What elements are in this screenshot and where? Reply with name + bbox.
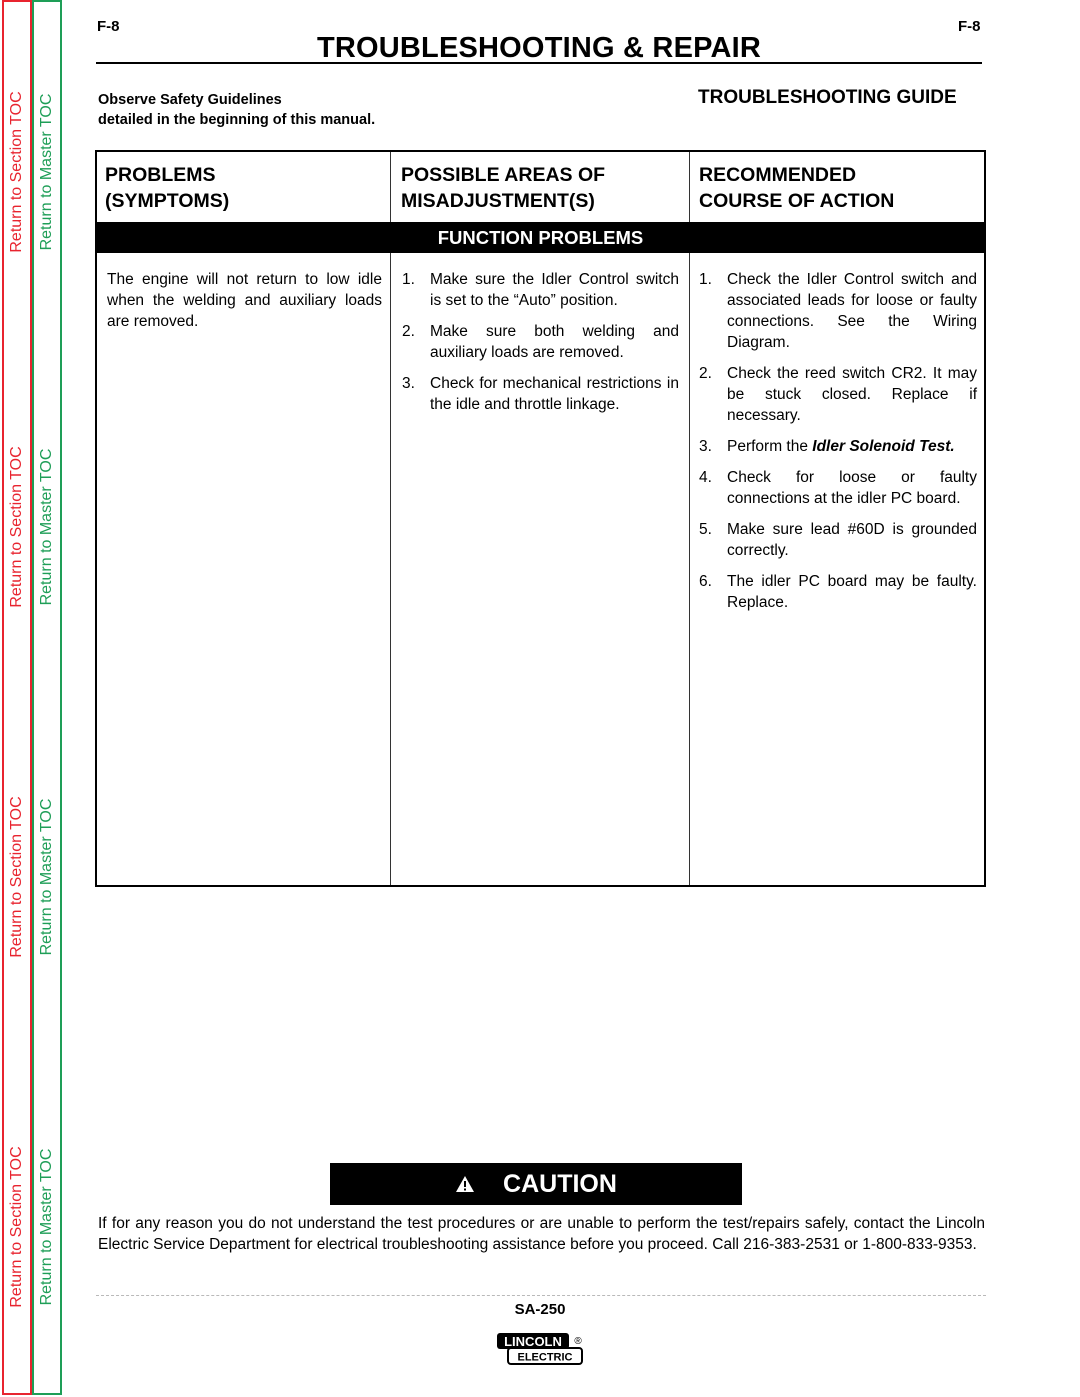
item-text: Make sure both welding and auxiliary loa…	[430, 323, 679, 361]
model-number: SA-250	[0, 1301, 1080, 1318]
header-line: POSSIBLE AREAS OF	[401, 164, 606, 186]
misadjustments-cell: 1. Make sure the Idler Control switch is …	[402, 269, 679, 425]
misadjustment-item: 2. Make sure both welding and auxiliary l…	[402, 321, 679, 363]
return-to-section-toc-link[interactable]: Return to Section TOC	[8, 91, 26, 252]
logo-bottom-text: ELECTRIC	[518, 1352, 573, 1364]
return-to-section-toc-link[interactable]: Return to Section TOC	[8, 1146, 26, 1307]
lincoln-electric-logo: LINCOLN ELECTRIC ®	[497, 1333, 583, 1365]
item-number: 3.	[402, 375, 415, 392]
return-to-master-toc-link[interactable]: Return to Master TOC	[38, 94, 56, 251]
column-divider	[390, 152, 391, 885]
section-title: TROUBLESHOOTING GUIDE	[698, 87, 957, 108]
safety-note-line1: Observe Safety Guidelines	[98, 92, 282, 108]
item-text: Make sure the Idler Control switch is se…	[430, 271, 679, 309]
idler-solenoid-test-reference[interactable]: Idler Solenoid Test.	[812, 438, 954, 455]
safety-note-line2: detailed in the beginning of this manual…	[98, 112, 376, 128]
header-line: COURSE OF ACTION	[699, 190, 895, 212]
return-to-section-toc-link[interactable]: Return to Section TOC	[8, 796, 26, 957]
item-number: 3.	[699, 438, 712, 455]
warning-triangle-icon	[456, 1176, 475, 1192]
action-item: 6. The idler PC board may be faulty. Repl…	[699, 571, 977, 613]
master-toc-sidebar: Return to Master TOC Return to Master TO…	[32, 0, 62, 1395]
return-to-master-toc-link[interactable]: Return to Master TOC	[38, 1149, 56, 1306]
logo-top-text: LINCOLN	[504, 1334, 562, 1349]
misadjustment-item: 1. Make sure the Idler Control switch is …	[402, 269, 679, 311]
caution-label: CAUTION	[503, 1169, 617, 1198]
item-number: 1.	[402, 271, 415, 288]
item-number: 6.	[699, 573, 712, 590]
section-toc-sidebar: Return to Section TOC Return to Section …	[2, 0, 32, 1395]
header-line: MISADJUSTMENT(S)	[401, 190, 595, 212]
registered-mark: ®	[574, 1336, 582, 1347]
caution-text: If for any reason you do not understand …	[98, 1215, 985, 1253]
item-text: The idler PC board may be faulty. Replac…	[727, 573, 977, 611]
function-problems-band: FUNCTION PROBLEMS	[96, 222, 985, 253]
action-item: 1. Check the Idler Control switch and ass…	[699, 269, 977, 353]
page-title: TROUBLESHOOTING & REPAIR	[316, 32, 762, 64]
header-line: RECOMMENDED	[699, 164, 857, 186]
item-number: 1.	[699, 271, 712, 288]
action-item: 5. Make sure lead #60D is grounded correc…	[699, 519, 977, 561]
item-number: 4.	[699, 469, 712, 486]
item-text: Perform the	[727, 438, 813, 455]
item-text: Check the reed switch CR2. It may be stu…	[727, 365, 977, 424]
header-line: (SYMPTOMS)	[105, 190, 230, 212]
return-to-section-toc-link[interactable]: Return to Section TOC	[8, 446, 26, 607]
title-divider	[96, 62, 982, 64]
header-line: PROBLEMS	[105, 164, 216, 186]
item-text: Check for mechanical restrictions in the…	[430, 375, 679, 413]
action-item: 2. Check the reed switch CR2. It may be s…	[699, 363, 977, 426]
course-of-action-cell: 1. Check the Idler Control switch and ass…	[699, 269, 977, 623]
caution-banner: CAUTION	[330, 1163, 742, 1205]
misadjustment-item: 3. Check for mechanical restrictions in t…	[402, 373, 679, 415]
item-text: Check for loose or faulty connections at…	[727, 469, 977, 507]
item-text: Make sure lead #60D is grounded correctl…	[727, 521, 977, 559]
action-item: 3. Perform the Idler Solenoid Test.	[699, 436, 977, 457]
footer-divider	[96, 1295, 986, 1296]
column-header-problems: PROBLEMS (SYMPTOMS)	[105, 162, 229, 214]
safety-note: Observe Safety Guidelines detailed in th…	[98, 90, 375, 130]
column-divider	[689, 152, 690, 885]
item-number: 2.	[699, 365, 712, 382]
item-text: Check the Idler Control switch and assoc…	[727, 271, 977, 351]
item-number: 2.	[402, 323, 415, 340]
return-to-master-toc-link[interactable]: Return to Master TOC	[38, 799, 56, 956]
item-number: 5.	[699, 521, 712, 538]
action-item: 4. Check for loose or faulty connections …	[699, 467, 977, 509]
model-label: SA-250	[514, 1301, 566, 1318]
return-to-master-toc-link[interactable]: Return to Master TOC	[38, 449, 56, 606]
symptom-cell: The engine will not return to low idle w…	[107, 271, 382, 330]
troubleshooting-table: PROBLEMS (SYMPTOMS) POSSIBLE AREAS OF MI…	[95, 150, 986, 887]
column-header-course-of-action: RECOMMENDED COURSE OF ACTION	[699, 162, 894, 214]
column-header-misadjustments: POSSIBLE AREAS OF MISADJUSTMENT(S)	[401, 162, 605, 214]
